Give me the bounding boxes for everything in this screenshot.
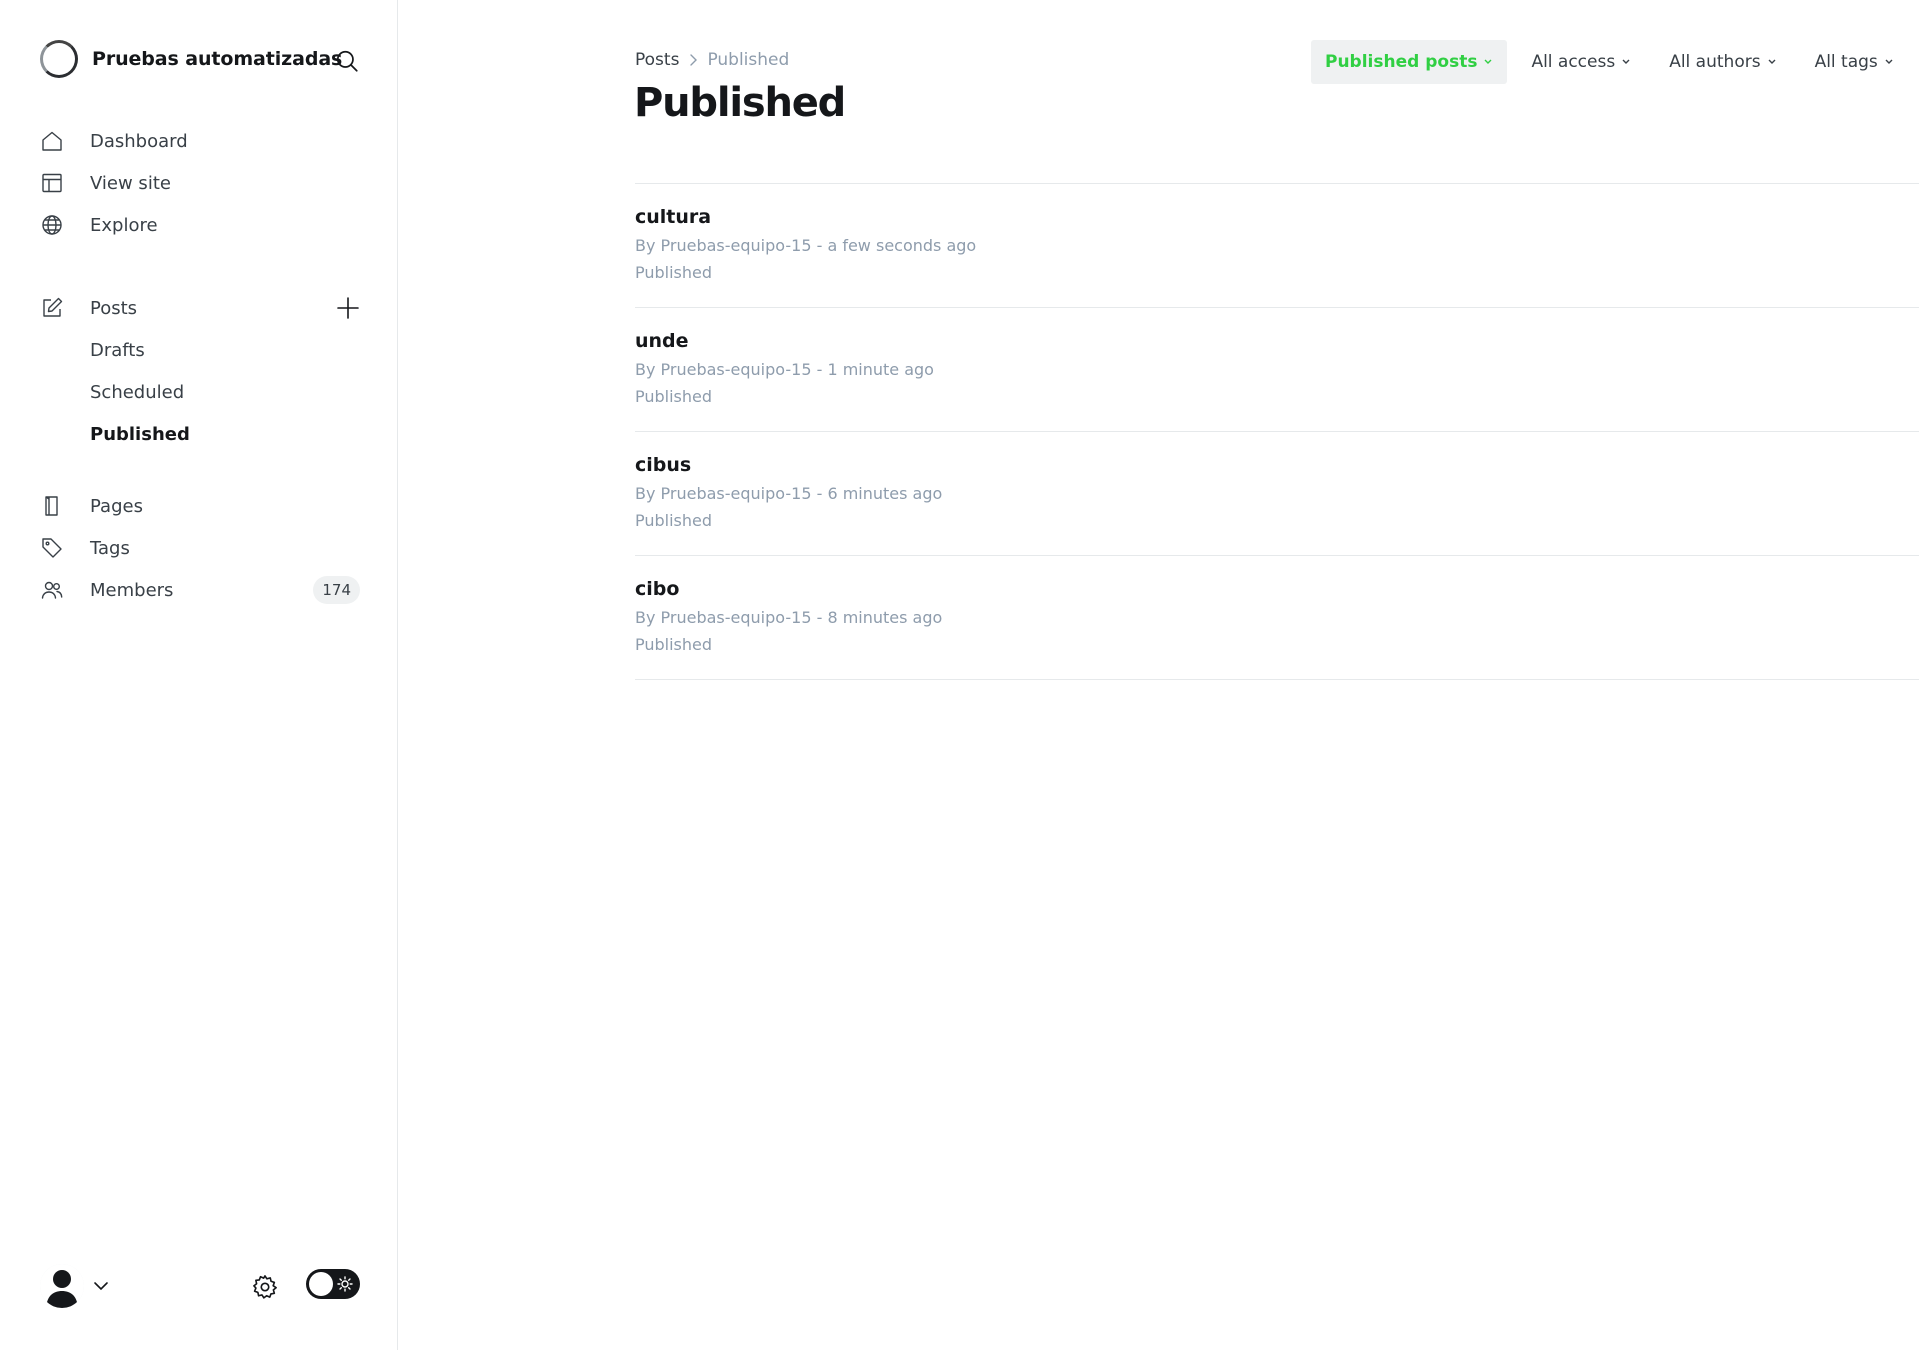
chevron-down-icon — [1621, 58, 1631, 66]
user-avatar[interactable] — [40, 1264, 84, 1308]
post-row[interactable]: cibo By Pruebas-equipo-15 - 8 minutes ag… — [635, 556, 1919, 680]
site-brand[interactable]: Pruebas automatizadas — [40, 40, 342, 78]
chevron-right-icon — [688, 53, 698, 67]
nav-secondary: Pages Tags Members 174 — [40, 485, 360, 611]
page-title: Published — [634, 80, 846, 126]
nav-item-drafts[interactable]: Drafts — [40, 329, 360, 371]
globe-icon — [40, 213, 80, 237]
post-meta: By Pruebas-equipo-15 - 8 minutes ago — [635, 608, 943, 627]
main-content: Posts Published Published Published post… — [399, 0, 1919, 1350]
home-icon — [40, 129, 80, 153]
nav-item-pages[interactable]: Pages — [40, 485, 360, 527]
nav-item-view-site[interactable]: View site — [40, 162, 360, 204]
post-title[interactable]: cultura — [635, 206, 711, 228]
filter-tags-select[interactable]: All tags — [1801, 40, 1908, 84]
chevron-down-icon — [1483, 58, 1493, 66]
post-list: cultura By Pruebas-equipo-15 - a few sec… — [635, 183, 1919, 680]
post-meta: By Pruebas-equipo-15 - a few seconds ago — [635, 236, 977, 255]
post-status: Published — [635, 635, 713, 654]
nav-item-tags[interactable]: Tags — [40, 527, 360, 569]
post-title[interactable]: cibus — [635, 454, 691, 476]
filter-type-label: Published posts — [1325, 52, 1478, 72]
nav-label-pages: Pages — [90, 495, 143, 517]
post-status: Published — [635, 263, 713, 282]
post-title[interactable]: unde — [635, 330, 689, 352]
edit-icon — [40, 296, 80, 320]
sun-icon — [337, 1276, 353, 1292]
filter-authors-select[interactable]: All authors — [1655, 40, 1790, 84]
post-row[interactable]: unde By Pruebas-equipo-15 - 1 minute ago… — [635, 308, 1919, 432]
sidebar-footer — [40, 1264, 360, 1308]
breadcrumb-posts-link[interactable]: Posts — [635, 50, 679, 70]
tag-icon — [40, 536, 80, 560]
chevron-down-icon[interactable] — [92, 1278, 110, 1294]
nav-label-tags: Tags — [90, 537, 130, 559]
post-status: Published — [635, 387, 713, 406]
members-icon — [40, 578, 80, 602]
nav-item-members[interactable]: Members 174 — [40, 569, 360, 611]
toggle-knob — [309, 1272, 333, 1296]
filter-authors-label: All authors — [1669, 52, 1761, 72]
page-icon — [40, 494, 80, 518]
layout-icon — [40, 171, 80, 195]
search-icon[interactable] — [334, 48, 360, 74]
nav-label-dashboard: Dashboard — [90, 130, 188, 152]
filter-bar: Published posts All access All authors A… — [1311, 40, 1919, 84]
post-meta: By Pruebas-equipo-15 - 1 minute ago — [635, 360, 934, 379]
new-post-plus-icon[interactable] — [336, 296, 360, 320]
post-row[interactable]: cultura By Pruebas-equipo-15 - a few sec… — [635, 184, 1919, 308]
filter-type-select[interactable]: Published posts — [1311, 40, 1508, 84]
filter-access-label: All access — [1531, 52, 1616, 72]
nav-posts: Posts Drafts Scheduled Published — [40, 287, 360, 455]
nav-label-published: Published — [90, 423, 190, 445]
breadcrumb-current: Published — [707, 50, 790, 70]
post-status: Published — [635, 511, 713, 530]
nav-label-drafts: Drafts — [90, 339, 145, 361]
filter-access-select[interactable]: All access — [1517, 40, 1645, 84]
gear-icon[interactable] — [251, 1273, 279, 1301]
nav-label-posts: Posts — [90, 297, 138, 319]
nav-item-dashboard[interactable]: Dashboard — [40, 120, 360, 162]
sidebar: Pruebas automatizadas Dashboard View sit… — [0, 0, 398, 1350]
post-row[interactable]: cibus By Pruebas-equipo-15 - 6 minutes a… — [635, 432, 1919, 556]
post-meta: By Pruebas-equipo-15 - 6 minutes ago — [635, 484, 943, 503]
theme-toggle[interactable] — [306, 1269, 360, 1299]
nav-label-view-site: View site — [90, 172, 171, 194]
post-title[interactable]: cibo — [635, 578, 679, 600]
nav-primary: Dashboard View site Explore — [40, 120, 360, 246]
nav-label-members: Members — [90, 579, 174, 601]
nav-label-explore: Explore — [90, 214, 158, 236]
breadcrumb: Posts Published — [635, 50, 789, 70]
chevron-down-icon — [1767, 58, 1777, 66]
site-title: Pruebas automatizadas — [92, 48, 343, 70]
nav-item-posts[interactable]: Posts — [40, 287, 360, 329]
nav-item-published[interactable]: Published — [40, 413, 360, 455]
members-count-badge: 174 — [313, 576, 360, 604]
site-logo — [40, 40, 78, 78]
nav-item-explore[interactable]: Explore — [40, 204, 360, 246]
chevron-down-icon — [1884, 58, 1894, 66]
nav-item-scheduled[interactable]: Scheduled — [40, 371, 360, 413]
filter-tags-label: All tags — [1814, 52, 1878, 72]
nav-label-scheduled: Scheduled — [90, 381, 185, 403]
